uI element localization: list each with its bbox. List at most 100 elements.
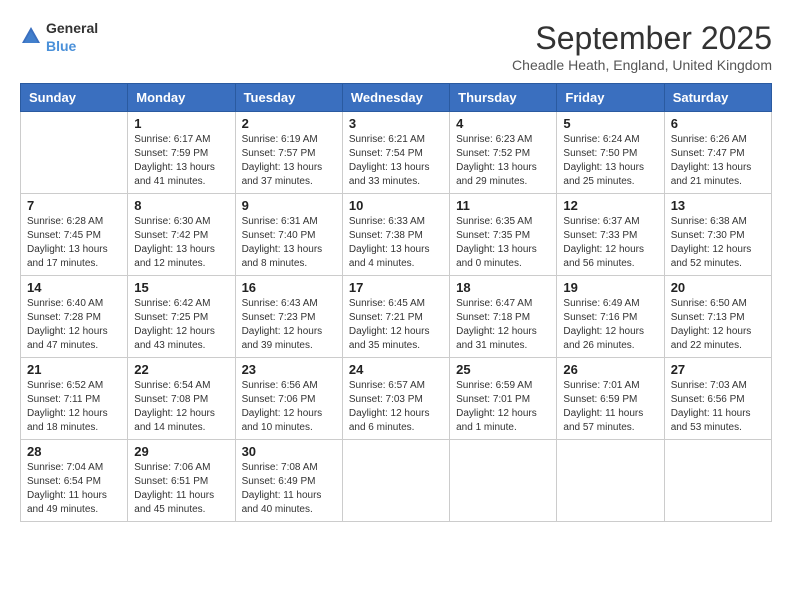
day-number: 13 (671, 198, 765, 213)
calendar-cell: 22 Sunrise: 6:54 AM Sunset: 7:08 PM Dayli… (128, 358, 235, 440)
calendar-cell: 18Sunrise: 6:47 AM Sunset: 7:18 PM Dayli… (450, 276, 557, 358)
day-number: 29 (134, 444, 228, 459)
logo-icon (20, 25, 42, 52)
day-info: Sunrise: 6:35 AM Sunset: 7:35 PM Dayligh… (456, 215, 550, 271)
day-number: 21 (27, 362, 121, 377)
day-number: 11 (456, 198, 550, 213)
calendar-cell: 10 Sunrise: 6:33 AM Sunset: 7:38 PM Dayli… (342, 194, 449, 276)
day-number: 9 (242, 198, 336, 213)
week-row-5: 28 Sunrise: 7:04 AM Sunset: 6:54 PM Dayli… (21, 440, 772, 522)
week-row-1: 1 Sunrise: 6:17 AM Sunset: 7:59 PM Daylig… (21, 112, 772, 194)
col-header-friday: Friday (557, 84, 664, 112)
day-number: 28 (27, 444, 121, 459)
day-info: Sunrise: 6:31 AM Sunset: 7:40 PM Dayligh… (242, 215, 336, 271)
week-row-4: 21 Sunrise: 6:52 AM Sunset: 7:11 PM Dayli… (21, 358, 772, 440)
day-number: 15 (134, 280, 228, 295)
title-section: September 2025 Cheadle Heath, England, U… (512, 20, 772, 73)
day-info: Sunrise: 6:26 AM Sunset: 7:47 PM Dayligh… (671, 133, 765, 189)
calendar-cell: 29 Sunrise: 7:06 AM Sunset: 6:51 PM Dayli… (128, 440, 235, 522)
day-info: Sunrise: 6:19 AM Sunset: 7:57 PM Dayligh… (242, 133, 336, 189)
day-number: 30 (242, 444, 336, 459)
day-number: 24 (349, 362, 443, 377)
calendar-cell (664, 440, 771, 522)
day-info: Sunrise: 6:23 AM Sunset: 7:52 PM Dayligh… (456, 133, 550, 189)
day-info: Sunrise: 6:33 AM Sunset: 7:38 PM Dayligh… (349, 215, 443, 271)
calendar-cell: 7 Sunrise: 6:28 AM Sunset: 7:45 PM Daylig… (21, 194, 128, 276)
calendar-cell (21, 112, 128, 194)
day-number: 5 (563, 116, 657, 131)
calendar-cell: 1 Sunrise: 6:17 AM Sunset: 7:59 PM Daylig… (128, 112, 235, 194)
logo: General Blue (20, 20, 98, 56)
day-info: Sunrise: 6:42 AM Sunset: 7:25 PM Dayligh… (134, 297, 228, 353)
day-info: Sunrise: 7:06 AM Sunset: 6:51 PM Dayligh… (134, 461, 228, 517)
day-info: Sunrise: 6:57 AM Sunset: 7:03 PM Dayligh… (349, 379, 443, 435)
day-number: 17 (349, 280, 443, 295)
day-number: 7 (27, 198, 121, 213)
day-number: 22 (134, 362, 228, 377)
day-number: 26 (563, 362, 657, 377)
day-number: 18 (456, 280, 550, 295)
day-number: 1 (134, 116, 228, 131)
calendar-cell: 25Sunrise: 6:59 AM Sunset: 7:01 PM Dayli… (450, 358, 557, 440)
calendar-cell: 17 Sunrise: 6:45 AM Sunset: 7:21 PM Dayli… (342, 276, 449, 358)
day-info: Sunrise: 6:37 AM Sunset: 7:33 PM Dayligh… (563, 215, 657, 271)
day-number: 25 (456, 362, 550, 377)
calendar-cell: 20 Sunrise: 6:50 AM Sunset: 7:13 PM Dayli… (664, 276, 771, 358)
col-header-saturday: Saturday (664, 84, 771, 112)
day-info: Sunrise: 6:50 AM Sunset: 7:13 PM Dayligh… (671, 297, 765, 353)
day-info: Sunrise: 6:28 AM Sunset: 7:45 PM Dayligh… (27, 215, 121, 271)
calendar-cell: 2 Sunrise: 6:19 AM Sunset: 7:57 PM Daylig… (235, 112, 342, 194)
day-number: 14 (27, 280, 121, 295)
calendar-cell: 3Sunrise: 6:21 AM Sunset: 7:54 PM Daylig… (342, 112, 449, 194)
day-info: Sunrise: 6:17 AM Sunset: 7:59 PM Dayligh… (134, 133, 228, 189)
calendar-cell: 26 Sunrise: 7:01 AM Sunset: 6:59 PM Dayli… (557, 358, 664, 440)
day-info: Sunrise: 6:38 AM Sunset: 7:30 PM Dayligh… (671, 215, 765, 271)
day-number: 8 (134, 198, 228, 213)
calendar-cell: 30 Sunrise: 7:08 AM Sunset: 6:49 PM Dayli… (235, 440, 342, 522)
day-info: Sunrise: 6:24 AM Sunset: 7:50 PM Dayligh… (563, 133, 657, 189)
col-header-sunday: Sunday (21, 84, 128, 112)
calendar-cell: 19 Sunrise: 6:49 AM Sunset: 7:16 PM Dayli… (557, 276, 664, 358)
calendar-title: September 2025 (512, 20, 772, 57)
day-info: Sunrise: 6:30 AM Sunset: 7:42 PM Dayligh… (134, 215, 228, 271)
day-info: Sunrise: 6:49 AM Sunset: 7:16 PM Dayligh… (563, 297, 657, 353)
logo-text: General Blue (46, 20, 98, 56)
calendar-cell (450, 440, 557, 522)
calendar-cell: 6Sunrise: 6:26 AM Sunset: 7:47 PM Daylig… (664, 112, 771, 194)
calendar-cell: 16 Sunrise: 6:43 AM Sunset: 7:23 PM Dayli… (235, 276, 342, 358)
day-info: Sunrise: 6:54 AM Sunset: 7:08 PM Dayligh… (134, 379, 228, 435)
day-info: Sunrise: 7:08 AM Sunset: 6:49 PM Dayligh… (242, 461, 336, 517)
day-number: 10 (349, 198, 443, 213)
calendar-cell: 5 Sunrise: 6:24 AM Sunset: 7:50 PM Daylig… (557, 112, 664, 194)
day-number: 16 (242, 280, 336, 295)
calendar-cell: 23Sunrise: 6:56 AM Sunset: 7:06 PM Dayli… (235, 358, 342, 440)
calendar-cell: 11 Sunrise: 6:35 AM Sunset: 7:35 PM Dayli… (450, 194, 557, 276)
calendar-cell: 8 Sunrise: 6:30 AM Sunset: 7:42 PM Daylig… (128, 194, 235, 276)
week-row-3: 14 Sunrise: 6:40 AM Sunset: 7:28 PM Dayli… (21, 276, 772, 358)
calendar-subtitle: Cheadle Heath, England, United Kingdom (512, 57, 772, 73)
calendar-cell: 21 Sunrise: 6:52 AM Sunset: 7:11 PM Dayli… (21, 358, 128, 440)
day-info: Sunrise: 7:01 AM Sunset: 6:59 PM Dayligh… (563, 379, 657, 435)
day-number: 23 (242, 362, 336, 377)
day-number: 20 (671, 280, 765, 295)
header: General Blue September 2025 Cheadle Heat… (20, 20, 772, 73)
day-info: Sunrise: 6:52 AM Sunset: 7:11 PM Dayligh… (27, 379, 121, 435)
col-header-wednesday: Wednesday (342, 84, 449, 112)
day-number: 19 (563, 280, 657, 295)
day-number: 2 (242, 116, 336, 131)
day-info: Sunrise: 6:45 AM Sunset: 7:21 PM Dayligh… (349, 297, 443, 353)
day-info: Sunrise: 6:43 AM Sunset: 7:23 PM Dayligh… (242, 297, 336, 353)
day-info: Sunrise: 7:04 AM Sunset: 6:54 PM Dayligh… (27, 461, 121, 517)
calendar-table: SundayMondayTuesdayWednesdayThursdayFrid… (20, 83, 772, 522)
day-info: Sunrise: 6:40 AM Sunset: 7:28 PM Dayligh… (27, 297, 121, 353)
calendar-cell: 24 Sunrise: 6:57 AM Sunset: 7:03 PM Dayli… (342, 358, 449, 440)
calendar-cell: 13 Sunrise: 6:38 AM Sunset: 7:30 PM Dayli… (664, 194, 771, 276)
day-number: 12 (563, 198, 657, 213)
header-row: SundayMondayTuesdayWednesdayThursdayFrid… (21, 84, 772, 112)
calendar-cell: 12 Sunrise: 6:37 AM Sunset: 7:33 PM Dayli… (557, 194, 664, 276)
calendar-cell: 14 Sunrise: 6:40 AM Sunset: 7:28 PM Dayli… (21, 276, 128, 358)
col-header-tuesday: Tuesday (235, 84, 342, 112)
col-header-monday: Monday (128, 84, 235, 112)
day-number: 27 (671, 362, 765, 377)
calendar-cell: 4Sunrise: 6:23 AM Sunset: 7:52 PM Daylig… (450, 112, 557, 194)
